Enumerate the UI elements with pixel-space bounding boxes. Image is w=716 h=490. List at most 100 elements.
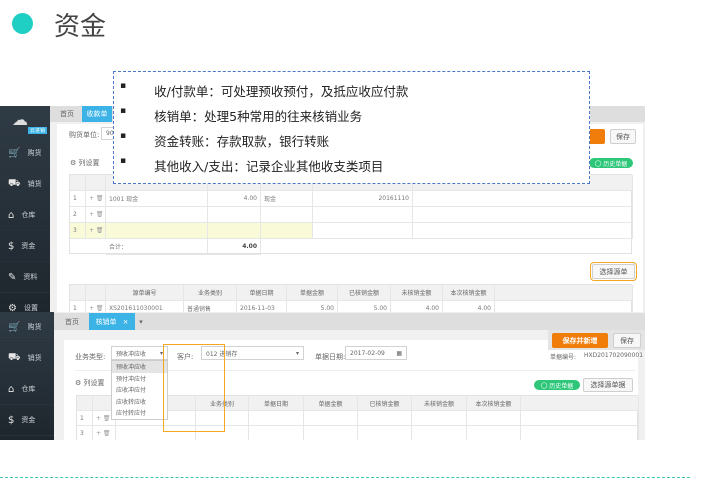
column-header: 源单编号	[106, 285, 184, 301]
history-button[interactable]: ◯ 历史单据	[589, 158, 633, 168]
table-cell: 4.00	[391, 301, 443, 312]
table-cell	[208, 223, 261, 239]
table-cell	[106, 207, 208, 223]
row-actions[interactable]: + 🗑	[86, 207, 106, 223]
column-header: 单据金额	[287, 285, 338, 301]
sidebar-item-sales[interactable]: ⛟ 销货	[0, 169, 50, 200]
sidebar-item-label: 设置	[24, 303, 38, 312]
table-cell	[304, 426, 358, 440]
history-label: 历史单据	[603, 159, 627, 168]
dropdown-option[interactable]: 预付冲应付	[112, 373, 167, 385]
sidebar-item-pen[interactable]: ✎资料	[0, 262, 50, 293]
date-label: 单据日期:	[315, 352, 345, 362]
sidebar-item-money[interactable]: $资金	[0, 405, 54, 436]
history-button[interactable]: ◯ 历史单据	[534, 380, 580, 390]
doc-no-value: HXD201702090001	[584, 352, 643, 359]
date-input[interactable]: 2017-02-09▦	[345, 346, 407, 360]
sidebar-item-cart[interactable]: 🛒购货	[0, 312, 54, 343]
page-title: 资金	[54, 6, 106, 43]
save-button[interactable]: 保存	[610, 129, 636, 144]
table-cell: 5.00	[338, 301, 391, 312]
column-settings-label: 列设置	[79, 159, 100, 167]
row-actions[interactable]: + 🗑	[93, 426, 116, 440]
table-cell: 1001 现金	[106, 191, 208, 207]
table-cell	[249, 426, 304, 440]
dropdown-option[interactable]: 应收冲应付	[112, 384, 167, 396]
dropdown-option[interactable]: 应付转应付	[112, 407, 167, 419]
tab-menu-icon[interactable]: ▾	[136, 313, 146, 330]
sales-icon: ⛟	[8, 352, 21, 365]
sidebar: ☁ 云进销 🛒 购货 ⛟ 销货 ⌂仓库$资金✎资料 ⚙ 设置	[0, 106, 50, 312]
table-cell	[467, 426, 521, 440]
doc-no-label: 单据编号:	[550, 352, 576, 361]
column-header	[70, 175, 86, 191]
select-source-button[interactable]: 选择源单	[592, 264, 635, 279]
entries-table: 1+ 🗑1001 现金4.00现金201611102+ 🗑3+ 🗑合计：4.00	[69, 174, 632, 254]
sidebar-item-warehouse[interactable]: ⌂仓库	[0, 374, 54, 405]
table-cell: 普通销售	[184, 301, 237, 312]
column-header	[521, 396, 639, 411]
row-actions[interactable]: + 🗑	[86, 191, 106, 207]
table-cell	[413, 223, 633, 239]
sidebar-item-label: 销货	[28, 179, 42, 189]
row-actions[interactable]: + 🗑	[86, 301, 106, 312]
close-icon[interactable]: ×	[123, 318, 129, 326]
column-settings-button[interactable]: ⚙ 列设置	[70, 158, 100, 168]
table-cell	[412, 411, 467, 426]
table-cell	[413, 207, 633, 223]
row-actions[interactable]: + 🗑	[86, 223, 106, 239]
sales-icon: ⛟	[8, 178, 21, 191]
table-cell	[106, 223, 208, 239]
gear-icon: ⚙	[8, 303, 17, 313]
save-new-button[interactable]: 保存并新增	[552, 333, 608, 348]
sidebar-item-warehouse[interactable]: ⌂仓库	[0, 200, 50, 231]
edition-badge: 云进销	[28, 127, 47, 134]
biz-type-value: 预收冲应收	[116, 349, 146, 358]
callout-item: ▪收/付款单：可处理预收预付，及抵应收应付款	[120, 81, 408, 100]
tab-receipt[interactable]: 收款单	[82, 106, 112, 122]
chevron-down-icon: ▾	[296, 350, 299, 357]
sidebar-item-label: 购货	[27, 148, 41, 158]
table-cell: 4.00	[443, 301, 495, 312]
sidebar-item-money[interactable]: $资金	[0, 231, 50, 262]
sidebar-item-label: 资金	[21, 415, 35, 425]
biz-type-dropdown: 预收冲应收预付冲应付应收冲应付应收转应收应付转应付	[111, 360, 168, 420]
table-cell: 4.00	[208, 191, 261, 207]
column-header: 本次核销金额	[443, 285, 495, 301]
tab-home[interactable]: 首页	[52, 106, 82, 122]
column-header: 本次核销金额	[467, 396, 521, 411]
cart-icon: 🛒	[8, 322, 20, 333]
table-cell	[358, 411, 412, 426]
column-header: 已核销金额	[358, 396, 412, 411]
save-button[interactable]: 保存	[613, 333, 641, 348]
total-label: 合计：	[106, 239, 208, 255]
cart-icon: 🛒	[8, 148, 20, 159]
gear-icon: ⚙	[75, 379, 84, 387]
column-header	[86, 175, 106, 191]
sidebar-item-gear[interactable]: ⚙ 设置	[0, 293, 50, 312]
dropdown-option[interactable]: 预收冲应收	[112, 361, 167, 373]
table-cell	[249, 411, 304, 426]
table-cell	[495, 301, 633, 312]
table-cell	[261, 223, 313, 239]
sidebar: 🛒购货⛟销货⌂仓库$资金	[0, 312, 54, 440]
sidebar-item-cart[interactable]: 🛒 购货	[0, 138, 50, 169]
dropdown-option[interactable]: 应收转应收	[112, 396, 167, 408]
tab-label: 核销单	[96, 317, 117, 327]
biz-type-select[interactable]: 预收冲应收▾	[111, 346, 168, 360]
cloud-logo-icon: ☁	[12, 110, 28, 129]
callout-text: 核销单：处理5种常用的往来核销业务	[154, 106, 362, 125]
table-cell	[208, 207, 261, 223]
sidebar-item-label: 资金	[21, 241, 35, 251]
warehouse-icon: ⌂	[8, 210, 14, 221]
sidebar-item-sales[interactable]: ⛟销货	[0, 343, 54, 374]
footer-divider	[0, 477, 690, 478]
column-header: 单据日期	[237, 285, 287, 301]
tab-writeoff[interactable]: 核销单 ×	[89, 313, 135, 330]
biz-type-label: 业务类型:	[75, 352, 105, 362]
select-source-button[interactable]: 选择源单据	[583, 378, 633, 392]
tab-home[interactable]: 首页	[56, 313, 88, 330]
column-settings-button[interactable]: ⚙ 列设置	[75, 378, 105, 388]
callout-text: 资金转账：存款取款，银行转账	[154, 131, 329, 150]
pen-icon: ✎	[8, 272, 16, 283]
